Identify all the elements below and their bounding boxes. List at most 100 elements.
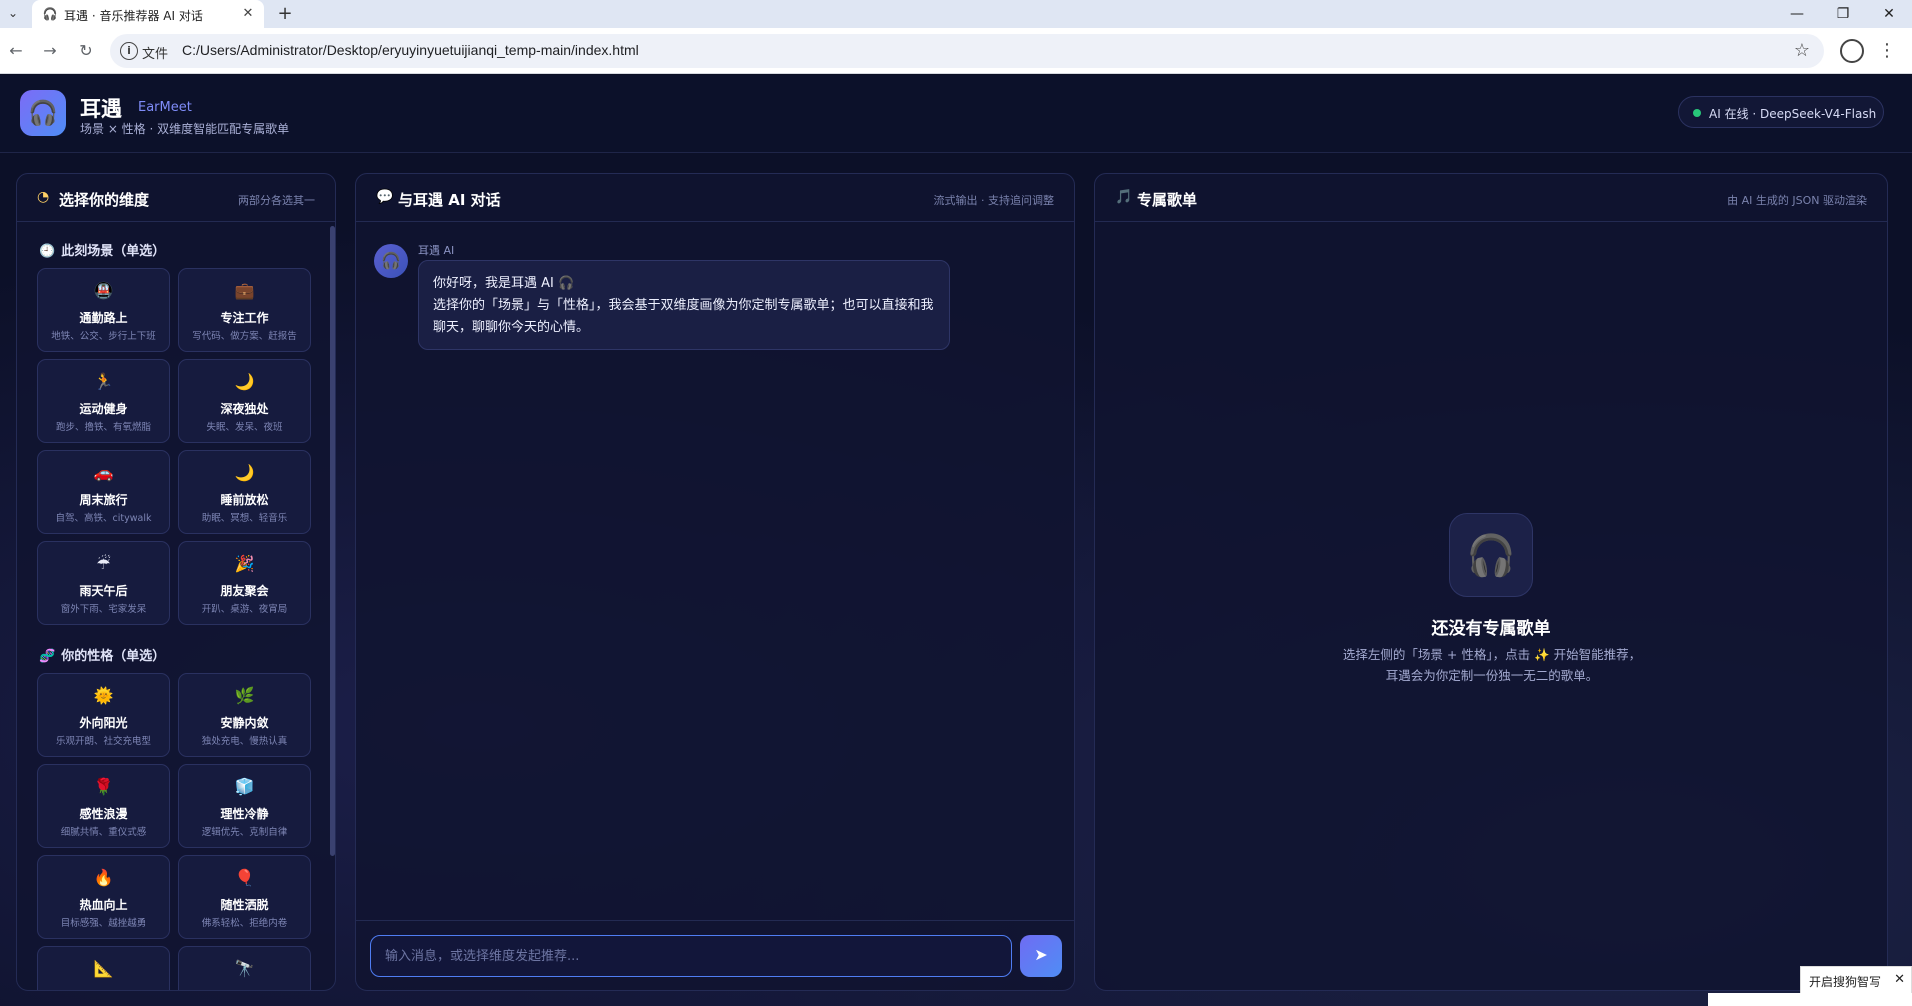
- scene-section-title: 🕘 此刻场景（单选）: [39, 244, 166, 259]
- scene-option-title: 朋友聚会: [220, 584, 269, 598]
- personality-option-card[interactable]: 🌞 外向阳光乐观开朗、社交充电型: [37, 673, 170, 757]
- app-root: 🎧 耳遇 EarMeet 场景 × 性格 · 双维度智能匹配专属歌单 AI 在线…: [0, 75, 1912, 1006]
- playlist-panel-title: 专属歌单: [1137, 191, 1198, 209]
- personality-option-card[interactable]: 🌿 安静内敛 独处充电、慢热认真: [178, 673, 311, 757]
- personality-option-card[interactable]: 🔥 热血向上 目标感强、越挫越勇: [37, 855, 170, 939]
- speech-bubble-icon: 💬: [376, 189, 394, 205]
- chat-input-bar: ➤: [356, 920, 1074, 990]
- personality-option-description: 佛系轻松、拒绝内卷: [201, 918, 288, 929]
- scene-option-emoji-icon: 🌙: [234, 463, 255, 482]
- address-bar: ← → ↻ i 文件 C:/Users/Administrator/Deskto…: [0, 28, 1912, 74]
- close-tab-icon[interactable]: ✕: [240, 6, 256, 22]
- empty-state-description: 选择左侧的「场景 + 性格」，点击 ✨ 开始智能推荐，耳遇会为你定制一份独一无二…: [1342, 647, 1642, 683]
- scene-option-card[interactable]: 🚇 通勤路上 地铁、公交、步行上下班: [37, 268, 170, 352]
- personality-option-emoji-icon: 🌞: [93, 686, 114, 705]
- ai-status-badge: AI 在线 · DeepSeek-V4-Flash: [1678, 96, 1884, 128]
- headphones-icon: 🎧: [1449, 513, 1533, 597]
- empty-state-title: 还没有专属歌单: [1431, 619, 1551, 639]
- bookmark-star-icon[interactable]: ☆: [1794, 40, 1810, 61]
- chat-panel-header: 💬 与耳遇 AI 对话 流式输出 · 支持追问调整: [356, 174, 1074, 222]
- clock-icon: 🕘: [39, 244, 56, 259]
- personality-option-title: 安静内敛: [220, 716, 269, 730]
- close-icon[interactable]: ✕: [1894, 972, 1905, 987]
- ai-message-bubble: 你好呀，我是耳遇 AI 🎧 选择你的「场景」与「性格」，我会基于双维度画像为你定…: [418, 260, 950, 350]
- message-line: 你好呀，我是耳遇 AI 🎧: [433, 276, 575, 291]
- personality-option-description: 乐观开朗、社交充电型: [55, 736, 151, 747]
- send-button[interactable]: ➤: [1020, 935, 1062, 977]
- scene-option-title: 深夜独处: [220, 402, 269, 416]
- scene-option-title: 雨天午后: [79, 584, 128, 598]
- tab-search-icon[interactable]: ⌄: [3, 3, 23, 23]
- info-icon[interactable]: i: [120, 42, 138, 60]
- scene-option-title: 周末旅行: [79, 493, 128, 507]
- chat-panel-hint: 流式输出 · 支持追问调整: [933, 194, 1055, 207]
- scene-option-card[interactable]: 🌙 睡前放松助眠、冥想、轻音乐: [178, 450, 311, 534]
- personality-option-emoji-icon: 🎈: [234, 868, 255, 887]
- scene-option-card[interactable]: 🌙 深夜独处 失眠、发呆、夜班: [178, 359, 311, 443]
- scrollbar-thumb[interactable]: [330, 226, 335, 856]
- chat-message-input[interactable]: [370, 935, 1012, 977]
- scene-option-title: 睡前放松: [220, 493, 269, 507]
- ime-toast-label: 开启搜狗智写: [1809, 975, 1882, 989]
- scene-option-card[interactable]: 💼 专注工作写代码、做方案、赶报告: [178, 268, 311, 352]
- profile-icon[interactable]: [1840, 39, 1864, 63]
- browser-menu-icon[interactable]: ⋮: [1878, 38, 1896, 64]
- back-button[interactable]: ←: [4, 39, 28, 63]
- scene-option-emoji-icon: 💼: [234, 281, 255, 300]
- personality-option-title: 外向阳光: [79, 716, 128, 730]
- personality-option-title: 随性洒脱: [220, 898, 269, 912]
- tab-title: 耳遇 · 音乐推荐器 AI 对话: [64, 9, 203, 23]
- ime-toast[interactable]: 开启搜狗智写 ✕: [1800, 966, 1912, 994]
- personality-option-emoji-icon: 🧊: [234, 777, 255, 796]
- scene-option-description: 开趴、桌游、夜宵局: [201, 604, 288, 615]
- scene-option-title: 专注工作: [220, 311, 269, 325]
- palette-icon: ◔: [37, 189, 50, 205]
- scene-option-description: 窗外下雨、宅家发呆: [60, 604, 147, 615]
- personality-option-card[interactable]: 🎈 随性洒脱佛系轻松、拒绝内卷: [178, 855, 311, 939]
- playlist-panel: 🎵 专属歌单 由 AI 生成的 JSON 驱动渲染 🎧 还没有专属歌单 选择左侧…: [1094, 173, 1888, 991]
- reload-button[interactable]: ↻: [74, 39, 98, 63]
- message-line: 选择你的「场景」与「性格」，我会基于双维度画像为你定制专属歌单；也可以直接和我聊…: [433, 298, 934, 335]
- scene-option-description: 助眠、冥想、轻音乐: [201, 513, 288, 524]
- ai-status-text: AI 在线 · DeepSeek-V4-Flash: [1709, 107, 1877, 121]
- dimension-scroll-area[interactable]: 🕘 此刻场景（单选） 🚇 通勤路上 地铁、公交、步行上下班 💼 专注工作 写代码、做方案、赶…: [17, 222, 335, 990]
- chat-panel: 💬 与耳遇 AI 对话 流式输出 · 支持追问调整 🎧 耳遇 AI 你好呀，我是…: [355, 173, 1075, 991]
- personality-option-emoji-icon: 🔥: [93, 868, 114, 887]
- maximize-button[interactable]: ❐: [1820, 0, 1866, 28]
- ai-sender-name: 耳遇 AI: [418, 244, 455, 257]
- dimension-panel-header: ◔ 选择你的维度 两部分各选其一: [17, 174, 335, 222]
- ime-toolbar[interactable]: [1708, 993, 1912, 1006]
- scene-option-card[interactable]: 🎉 朋友聚会 开趴、桌游、夜宵局: [178, 541, 311, 625]
- new-tab-button[interactable]: +: [274, 3, 296, 25]
- headphones-logo-icon: 🎧: [20, 90, 66, 136]
- scene-option-card[interactable]: ☔ 雨天午后 窗外下雨、宅家发呆: [37, 541, 170, 625]
- playlist-panel-hint: 由 AI 生成的 JSON 驱动渲染: [1727, 194, 1867, 207]
- scene-option-description: 写代码、做方案、赶报告: [192, 331, 297, 342]
- personality-option-card[interactable]: 🧊 理性冷静 逻辑优先、克制自律: [178, 764, 311, 848]
- browser-tab[interactable]: 🎧 耳遇 · 音乐推荐器 AI 对话 ✕: [32, 0, 264, 28]
- minimize-button[interactable]: —: [1774, 0, 1820, 28]
- personality-option-card[interactable]: 📐: [37, 946, 170, 990]
- personality-option-card[interactable]: 🔭: [178, 946, 311, 990]
- ai-avatar-icon: 🎧: [374, 244, 408, 278]
- scene-option-description: 地铁、公交、步行上下班: [51, 331, 156, 342]
- url-text[interactable]: C:/Users/Administrator/Desktop/eryuyinyu…: [182, 42, 639, 58]
- dimension-panel-title: 选择你的维度: [59, 191, 150, 209]
- personality-option-description: 独处充电、慢热认真: [201, 736, 288, 747]
- scene-option-card[interactable]: 🚗 周末旅行 自驾、高铁、citywalk: [37, 450, 170, 534]
- brand-english-name: EarMeet: [138, 100, 192, 115]
- personality-section-title: 🧬 你的性格（单选）: [39, 649, 166, 664]
- personality-option-emoji-icon: 🔭: [234, 959, 255, 978]
- personality-option-card[interactable]: 🌹 感性浪漫 细腻共情、重仪式感: [37, 764, 170, 848]
- omnibox[interactable]: i 文件 C:/Users/Administrator/Desktop/eryu…: [110, 34, 1824, 68]
- close-window-button[interactable]: ✕: [1866, 0, 1912, 28]
- brand-subtitle: 场景 × 性格 · 双维度智能匹配专属歌单: [80, 122, 290, 136]
- browser-tab-strip: ⌄ 🎧 耳遇 · 音乐推荐器 AI 对话 ✕ + — ❐ ✕: [0, 0, 1912, 28]
- scene-option-title: 通勤路上: [79, 311, 128, 325]
- scene-option-description: 自驾、高铁、citywalk: [55, 513, 152, 524]
- scene-option-card[interactable]: 🏃 运动健身 跑步、撸铁、有氧燃脂: [37, 359, 170, 443]
- forward-button[interactable]: →: [38, 39, 62, 63]
- scene-option-description: 失眠、发呆、夜班: [206, 422, 283, 433]
- scene-option-description: 跑步、撸铁、有氧燃脂: [55, 422, 151, 433]
- personality-option-description: 目标感强、越挫越勇: [60, 918, 147, 929]
